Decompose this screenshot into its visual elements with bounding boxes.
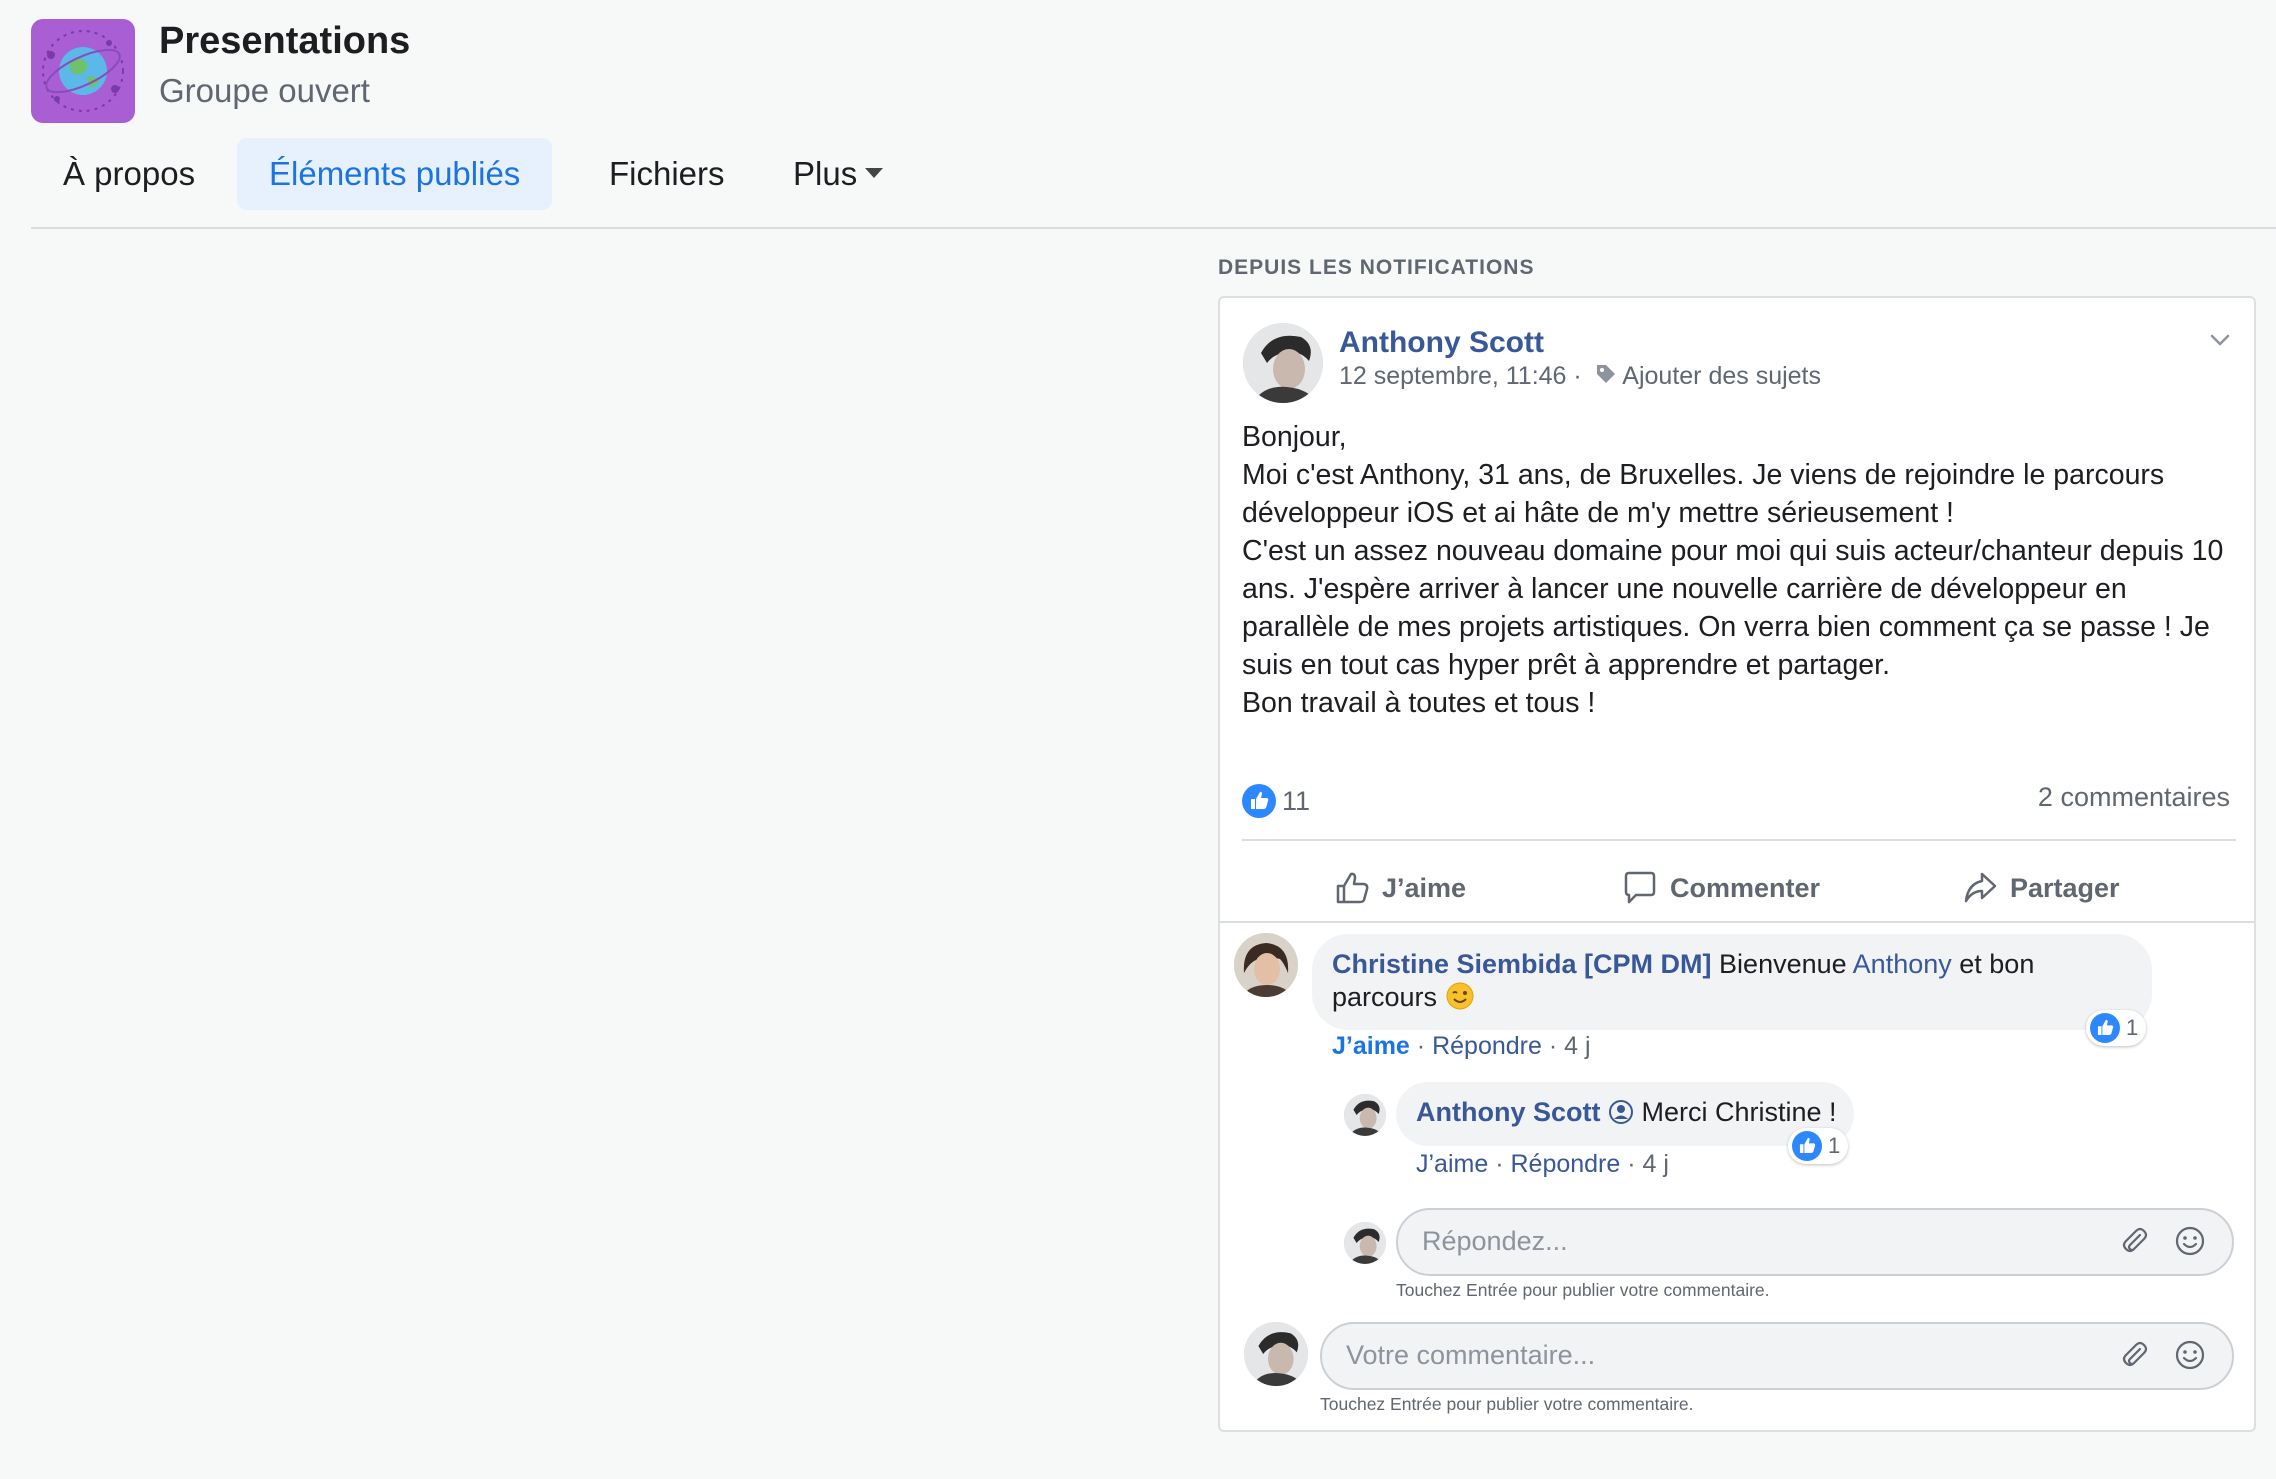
header-divider bbox=[31, 227, 2276, 229]
comment-like-link[interactable]: J’aime bbox=[1332, 1032, 1410, 1060]
dot-separator: · bbox=[1416, 1032, 1433, 1060]
like-reaction-icon bbox=[1792, 1131, 1822, 1162]
like-button[interactable]: J’aime bbox=[1334, 858, 1466, 918]
reactions-summary[interactable]: 11 bbox=[1242, 780, 1310, 818]
current-user-avatar bbox=[1244, 1322, 1308, 1386]
group-title[interactable]: Presentations bbox=[159, 20, 410, 63]
reply-bubble: Anthony Scott Merci Christine ! bbox=[1396, 1082, 1854, 1146]
reply-hint: Touchez Entrée pour publier votre commen… bbox=[1396, 1280, 1770, 1300]
divider bbox=[1220, 921, 2254, 923]
reply-reaction-count[interactable]: 1 bbox=[1788, 1128, 1849, 1164]
meta-separator: · bbox=[1573, 362, 1582, 390]
reply-actions: J’aime · Répondre · 4 j bbox=[1416, 1150, 1669, 1179]
dot-separator: · bbox=[1495, 1150, 1511, 1178]
share-label: Partager bbox=[2010, 873, 2120, 903]
tab-label: À propos bbox=[63, 155, 196, 192]
like-label: J’aime bbox=[1382, 873, 1467, 903]
wink-emoji-icon bbox=[1445, 982, 1475, 1012]
tab-files[interactable]: Fichiers bbox=[577, 138, 757, 210]
divider bbox=[1242, 839, 2236, 841]
tab-label: Fichiers bbox=[609, 155, 725, 192]
commenter-avatar[interactable] bbox=[1234, 933, 1298, 997]
post-author[interactable]: Anthony Scott bbox=[1339, 326, 1544, 360]
tag-icon bbox=[1595, 363, 1617, 392]
emoji-icon[interactable] bbox=[2174, 1225, 2206, 1257]
reaction-count: 1 bbox=[2126, 1015, 2139, 1040]
post-meta: 12 septembre, 11:46 · Ajouter des sujets bbox=[1339, 362, 1821, 392]
tab-more[interactable]: Plus bbox=[761, 138, 915, 210]
attachment-icon[interactable] bbox=[2118, 1225, 2150, 1257]
comment-hint: Touchez Entrée pour publier votre commen… bbox=[1320, 1394, 1694, 1414]
reaction-count: 1 bbox=[1828, 1133, 1841, 1158]
post-body: Bonjour, Moi c'est Anthony, 31 ans, de B… bbox=[1242, 421, 2224, 719]
reply-time[interactable]: 4 j bbox=[1643, 1150, 1669, 1178]
comment-bubble: Christine Siembida [CPM DM] Bienvenue An… bbox=[1312, 934, 2152, 1030]
comment-label: Commenter bbox=[1670, 873, 1821, 903]
comments-count[interactable]: 2 commentaires bbox=[2038, 782, 2230, 813]
chevron-down-icon[interactable] bbox=[2208, 328, 2232, 352]
group-privacy: Groupe ouvert bbox=[159, 72, 370, 109]
tab-label: Plus bbox=[793, 155, 858, 192]
like-count: 11 bbox=[1282, 785, 1311, 816]
reply-input[interactable]: Répondez... bbox=[1396, 1208, 2234, 1276]
reply-like-link[interactable]: J’aime bbox=[1416, 1150, 1488, 1178]
comment-button[interactable]: Commenter bbox=[1622, 858, 1820, 918]
share-button[interactable]: Partager bbox=[1962, 858, 2120, 918]
avatar[interactable] bbox=[1243, 323, 1323, 403]
reply-avatar[interactable] bbox=[1344, 1094, 1386, 1136]
comment-icon bbox=[1624, 871, 1656, 904]
author-badge-icon bbox=[1608, 1097, 1634, 1127]
tab-label: Éléments publiés bbox=[269, 155, 521, 192]
attachment-icon[interactable] bbox=[2118, 1339, 2150, 1371]
section-label: DEPUIS LES NOTIFICATIONS bbox=[1218, 256, 1535, 279]
comment-reply-link[interactable]: Répondre bbox=[1432, 1032, 1542, 1060]
comment-reaction-count[interactable]: 1 bbox=[2086, 1010, 2147, 1046]
comment-input[interactable]: Votre commentaire... bbox=[1320, 1322, 2234, 1390]
dot-separator: · bbox=[1548, 1032, 1565, 1060]
share-icon bbox=[1964, 872, 1997, 903]
thumbs-up-icon bbox=[1336, 872, 1369, 904]
tab-posts[interactable]: Éléments publiés bbox=[237, 138, 553, 210]
reply-author[interactable]: Anthony Scott bbox=[1416, 1097, 1600, 1127]
group-header: Presentations Groupe ouvert À propos Élé… bbox=[0, 0, 2276, 229]
comment-mention[interactable]: Anthony bbox=[1853, 949, 1952, 979]
emoji-icon[interactable] bbox=[2174, 1339, 2206, 1371]
caret-down-icon bbox=[865, 168, 884, 179]
reply-placeholder: Répondez... bbox=[1422, 1226, 1568, 1256]
post-date[interactable]: 12 septembre, 11:46 bbox=[1339, 362, 1566, 390]
like-reaction-icon bbox=[1242, 783, 1276, 818]
comment-actions: J’aime · Répondre · 4 j bbox=[1332, 1032, 1591, 1061]
reply-text: Merci Christine ! bbox=[1641, 1097, 1837, 1127]
globe-icon[interactable] bbox=[31, 19, 135, 123]
comment-text: Bienvenue bbox=[1719, 949, 1847, 979]
reply-reply-link[interactable]: Répondre bbox=[1510, 1150, 1620, 1178]
comment-author[interactable]: Christine Siembida [CPM DM] bbox=[1332, 949, 1712, 979]
post-card: Anthony Scott 12 septembre, 11:46 · Ajou… bbox=[1218, 296, 2256, 1432]
comment-placeholder: Votre commentaire... bbox=[1346, 1340, 1596, 1370]
dot-separator: · bbox=[1627, 1150, 1643, 1178]
tab-about[interactable]: À propos bbox=[31, 138, 227, 210]
comment-time[interactable]: 4 j bbox=[1564, 1032, 1590, 1060]
like-reaction-icon bbox=[2090, 1013, 2120, 1044]
add-topics-link[interactable]: Ajouter des sujets bbox=[1622, 362, 1821, 390]
current-user-avatar bbox=[1344, 1222, 1386, 1264]
